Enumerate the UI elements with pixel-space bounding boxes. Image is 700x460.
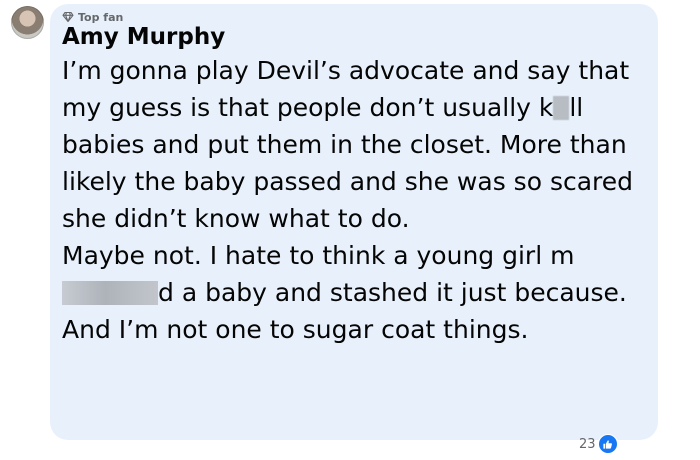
reactions[interactable]: 23 [579,434,618,454]
censor-blur [62,281,158,305]
like-icon [597,434,618,454]
comment-paragraph-2: Maybe not. I hate to think a young girl … [62,237,652,348]
reaction-count: 23 [579,436,596,452]
avatar[interactable] [11,6,44,39]
comment-text-part: I’m gonna play Devil’s advocate and say … [62,56,630,122]
censor-blur [553,96,570,120]
author-name[interactable]: Amy Murphy [62,24,225,50]
badge-label: Top fan [78,10,124,24]
comment-text-part: Maybe not. I hate to think a young girl … [62,241,575,270]
comment-paragraph-1: I’m gonna play Devil’s advocate and say … [62,52,652,237]
diamond-icon [62,11,74,23]
comment-text: I’m gonna play Devil’s advocate and say … [62,52,652,348]
top-fan-badge: Top fan [62,10,123,24]
